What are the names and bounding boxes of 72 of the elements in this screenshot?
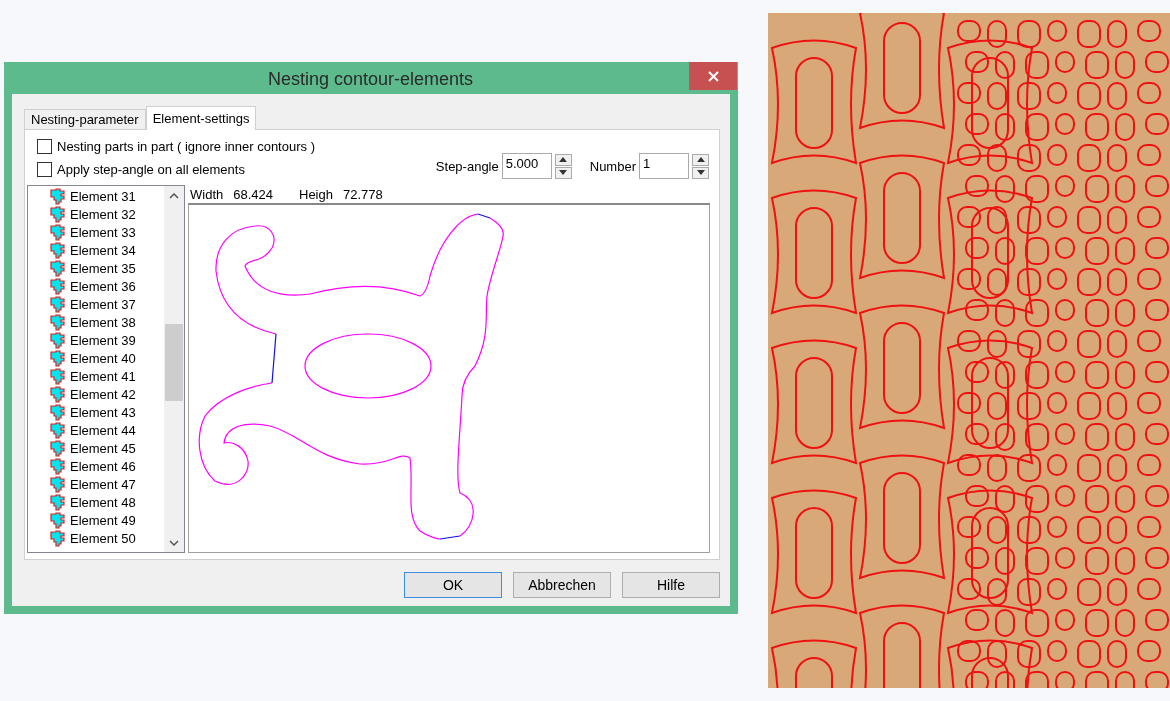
spinner-field[interactable]: 1 [639, 153, 689, 179]
spin-up-button[interactable] [554, 153, 572, 166]
spin-down-button[interactable] [554, 166, 572, 179]
element-icon [50, 493, 67, 511]
list-item[interactable]: Element 39 [50, 331, 164, 349]
checkbox-label: Apply step-angle on all elements [57, 162, 245, 177]
element-icon [50, 187, 67, 205]
element-icon [50, 295, 67, 313]
list-item[interactable]: Element 41 [50, 367, 164, 385]
element-icon [50, 313, 67, 331]
element-icon [50, 475, 67, 493]
element-icon [50, 457, 67, 475]
element-icon [50, 439, 67, 457]
list-item[interactable]: Element 35 [50, 259, 164, 277]
element-icon [50, 511, 67, 529]
dialog-button[interactable]: Hilfe [622, 572, 720, 598]
checkbox[interactable] [37, 162, 52, 177]
element-icon [50, 349, 67, 367]
list-item[interactable]: Element 31 [50, 187, 164, 205]
spinner-label: Step-angle [435, 158, 499, 174]
scrollbar[interactable] [164, 186, 184, 552]
down-triangle-icon [696, 170, 705, 175]
list-item[interactable]: Element 45 [50, 439, 164, 457]
tab[interactable]: Nesting-parameter [24, 109, 146, 129]
list-item[interactable]: Element 42 [50, 385, 164, 403]
list-item[interactable]: Element 47 [50, 475, 164, 493]
list-item[interactable]: Element 44 [50, 421, 164, 439]
spin-down-button[interactable] [692, 166, 709, 179]
list-item[interactable]: Element 43 [50, 403, 164, 421]
list-item[interactable]: Element 37 [50, 295, 164, 313]
close-icon [707, 70, 719, 82]
window-title: Nesting contour-elements [266, 68, 475, 91]
element-icon [50, 241, 67, 259]
spinner-label: Number [589, 158, 636, 174]
list-item[interactable]: Element 32 [50, 205, 164, 223]
element-icon [50, 331, 67, 349]
list-item[interactable]: Element 34 [50, 241, 164, 259]
element-icon [50, 367, 67, 385]
up-triangle-icon [559, 157, 568, 162]
list-item[interactable]: Element 48 [50, 493, 164, 511]
checkbox-label: Nesting parts in part ( ignore inner contours ) [57, 139, 315, 154]
spinner-field[interactable]: 5.000 [501, 153, 552, 179]
element-icon [50, 403, 67, 421]
close-button[interactable] [689, 62, 737, 90]
list-item[interactable]: Element 49 [50, 511, 164, 529]
element-icon [50, 205, 67, 223]
element-icon [50, 421, 67, 439]
list-item[interactable]: Element 46 [50, 457, 164, 475]
list-item[interactable]: Element 50 [50, 529, 164, 547]
element-icon [50, 529, 67, 547]
element-icon [50, 385, 67, 403]
dialog-button[interactable]: Abbrechen [513, 572, 611, 598]
scroll-up-icon [169, 193, 179, 199]
height-value: 72.778 [342, 186, 383, 202]
checkbox[interactable] [37, 139, 52, 154]
list-item[interactable]: Element 33 [50, 223, 164, 241]
scroll-down-icon [169, 540, 179, 546]
height-label: Heigh [299, 186, 333, 202]
width-label: Width [190, 186, 224, 202]
tab[interactable]: Element-settings [145, 106, 257, 130]
element-icon [50, 259, 67, 277]
width-value: 68.424 [233, 186, 273, 202]
element-icon [50, 223, 67, 241]
scroll-thumb[interactable] [165, 324, 183, 401]
up-triangle-icon [696, 157, 705, 162]
list-item[interactable]: Element 36 [50, 277, 164, 295]
down-triangle-icon [559, 170, 568, 175]
spin-up-button[interactable] [692, 153, 709, 166]
dialog-button[interactable]: OK [404, 572, 502, 598]
list-item[interactable]: Element 40 [50, 349, 164, 367]
element-icon [50, 277, 67, 295]
list-item[interactable]: Element 38 [50, 313, 164, 331]
